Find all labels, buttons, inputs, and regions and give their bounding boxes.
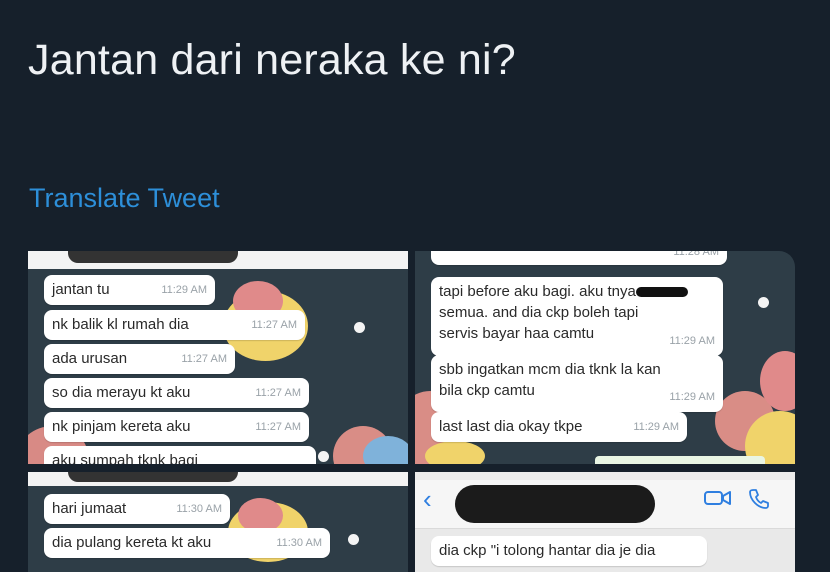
message-time: 11:29 AM	[669, 335, 715, 347]
message-time: 11:30 AM	[176, 503, 222, 515]
wallpaper-star	[758, 297, 769, 308]
message-time: 11:27 AM	[255, 387, 301, 399]
message-text: semua. and dia ckp boleh tapi	[439, 304, 639, 321]
chat-message: nk balik kl rumah dia 11:27 AM	[44, 310, 305, 340]
chat-message: tapi before aku bagi. aku tnya semua. an…	[431, 277, 723, 356]
chat-message: so dia merayu kt aku 11:27 AM	[44, 378, 309, 408]
tweet-media-grid: jantan tu 11:29 AM nk balik kl rumah dia…	[28, 251, 795, 572]
message-text: ada urusan	[52, 350, 128, 367]
chat-message: sbb ingatkan mcm dia tknk la kan bila ck…	[431, 355, 723, 412]
phone-status-bar	[28, 251, 408, 269]
phone-notch	[68, 472, 238, 482]
media-image-1[interactable]: jantan tu 11:29 AM nk balik kl rumah dia…	[28, 251, 408, 464]
phone-status-bar	[415, 472, 795, 480]
wallpaper-yellow-shape	[425, 441, 485, 464]
message-text: hari jumaat	[52, 500, 127, 517]
phone-notch	[68, 251, 238, 263]
media-image-2[interactable]: 11:28 AM tapi before aku bagi. aku tnya …	[415, 251, 795, 464]
back-chevron-icon[interactable]: ‹	[423, 486, 432, 512]
tweet-text: Jantan dari neraka ke ni?	[28, 36, 516, 84]
chat-header: ‹	[415, 472, 795, 529]
wallpaper-star	[354, 322, 365, 333]
chat-message: dia pulang kereta kt aku 11:30 AM	[44, 528, 330, 558]
chat-message: ada urusan 11:27 AM	[44, 344, 235, 374]
wallpaper-star	[318, 451, 329, 462]
message-time: 11:27 AM	[255, 421, 301, 433]
message-time: 11:30 AM	[276, 537, 322, 549]
media-image-4[interactable]: ‹ dia ckp "i tolong hantar dia je dia	[415, 472, 795, 572]
phone-status-bar	[28, 472, 408, 486]
message-time: 11:28 AM	[673, 251, 719, 258]
chat-message: nk pinjam kereta aku 11:27 AM	[44, 412, 309, 442]
chat-message: hari jumaat 11:30 AM	[44, 494, 230, 524]
message-text: dia ckp "i tolong hantar dia je dia	[439, 542, 656, 559]
message-time: 11:29 AM	[161, 284, 207, 296]
chat-message: dia ckp "i tolong hantar dia je dia	[431, 536, 707, 566]
wallpaper-star	[348, 534, 359, 545]
phone-call-icon[interactable]	[748, 488, 770, 515]
message-time: 11:27 AM	[251, 319, 297, 331]
translate-tweet-link[interactable]: Translate Tweet	[29, 183, 220, 214]
message-time: 11:27 AM	[181, 353, 227, 365]
message-text: nk pinjam kereta aku	[52, 418, 191, 435]
compose-bar-edge	[595, 456, 765, 464]
message-time: 11:29 AM	[669, 391, 715, 403]
message-text: nk balik kl rumah dia	[52, 316, 189, 333]
redacted-text	[635, 287, 688, 298]
message-text: dia pulang kereta kt aku	[52, 534, 212, 551]
message-text: aku sumpah tknk bagi	[52, 452, 198, 464]
chat-message: jantan tu 11:29 AM	[44, 275, 215, 305]
redacted-contact-name	[455, 485, 655, 523]
message-text: last last dia okay tkpe	[439, 418, 583, 435]
message-time: 11:29 AM	[633, 421, 679, 433]
message-text: sbb ingatkan mcm dia tknk la kan	[439, 361, 661, 378]
chat-message: last last dia okay tkpe 11:29 AM	[431, 412, 687, 442]
media-image-3[interactable]: hari jumaat 11:30 AM dia pulang kereta k…	[28, 472, 408, 572]
message-text: tapi before aku bagi. aku tnya	[439, 283, 636, 300]
chat-message: 11:28 AM	[431, 251, 727, 265]
video-call-icon[interactable]	[704, 488, 732, 513]
chat-message: aku sumpah tknk bagi	[44, 446, 316, 464]
message-text: jantan tu	[52, 281, 110, 298]
message-text: so dia merayu kt aku	[52, 384, 191, 401]
